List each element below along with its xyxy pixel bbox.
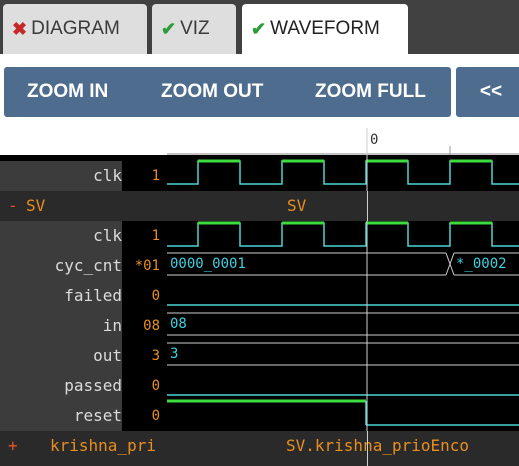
- check-icon: ✔: [161, 18, 177, 39]
- signal-row-cyc-cnt[interactable]: cyc_cnt *01: [0, 251, 167, 281]
- collapse-icon[interactable]: -: [8, 191, 18, 221]
- signal-row-in[interactable]: in 08: [0, 311, 167, 341]
- tab-diagram-label: DIAGRAM: [31, 18, 120, 39]
- signal-row-passed[interactable]: passed 0: [0, 371, 167, 401]
- x-icon: ✖: [12, 18, 28, 39]
- signal-name: failed: [0, 281, 122, 311]
- signal-name: passed: [0, 371, 122, 401]
- signal-value: 0: [122, 401, 167, 431]
- tab-viz-label: VIZ: [180, 18, 210, 39]
- signal-value: 3: [122, 341, 167, 371]
- prev-button[interactable]: <<: [456, 67, 519, 117]
- signal-value: 1: [122, 161, 167, 191]
- signal-row-out[interactable]: out 3: [0, 341, 167, 371]
- cyc-cnt-bus-value-next: *_0002: [456, 256, 507, 272]
- signal-value: *01: [122, 251, 167, 281]
- zoom-button-group: ZOOM IN ZOOM OUT ZOOM FULL: [4, 67, 451, 117]
- group-name: SV: [26, 196, 46, 215]
- in-bus-value: 08: [170, 316, 187, 332]
- tab-viz[interactable]: ✔ VIZ: [152, 4, 236, 54]
- waveform-toolbar: ZOOM IN ZOOM OUT ZOOM FULL <<: [0, 54, 519, 128]
- waveform-viewer[interactable]: 0 0000_0001 *_0002 08 3 clk 1 - SV SV cl…: [0, 128, 519, 466]
- check-icon: ✔: [251, 18, 267, 39]
- group-center-label: SV.krishna_prioEnco: [286, 436, 470, 455]
- tab-waveform-label: WAVEFORM: [270, 18, 380, 39]
- signal-name: in: [0, 311, 122, 341]
- group-row-sv[interactable]: - SV SV: [0, 191, 519, 221]
- signal-name: out: [0, 341, 122, 371]
- cyc-cnt-bus-value: 0000_0001: [170, 256, 246, 272]
- signal-value: 0: [122, 371, 167, 401]
- prev-button-label: <<: [479, 81, 503, 102]
- signal-value: 08: [122, 311, 167, 341]
- out-bus-value: 3: [170, 346, 179, 362]
- signal-value: 0: [122, 281, 167, 311]
- expand-icon[interactable]: +: [8, 431, 18, 461]
- signal-row-reset[interactable]: reset 0: [0, 401, 167, 431]
- signal-name: clk: [0, 161, 122, 191]
- tab-bar: ✖ DIAGRAM ✔ VIZ ✔ WAVEFORM: [0, 0, 519, 54]
- signal-row-clk-top[interactable]: clk 1: [0, 161, 167, 191]
- zoom-in-button[interactable]: ZOOM IN: [27, 81, 108, 103]
- signal-name: cyc_cnt: [0, 251, 122, 281]
- signal-name: clk: [0, 221, 122, 251]
- signal-row-clk[interactable]: clk 1: [0, 221, 167, 251]
- signal-row-failed[interactable]: failed 0: [0, 281, 167, 311]
- tab-diagram[interactable]: ✖ DIAGRAM: [3, 4, 147, 54]
- group-name: krishna_pri: [50, 436, 156, 455]
- tab-waveform[interactable]: ✔ WAVEFORM: [242, 4, 408, 54]
- zoom-full-button[interactable]: ZOOM FULL: [315, 81, 426, 103]
- group-center-label: SV: [287, 196, 307, 215]
- zoom-out-button[interactable]: ZOOM OUT: [161, 81, 263, 103]
- signal-name: reset: [0, 401, 122, 431]
- signal-value: 1: [122, 221, 167, 251]
- group-row-krishna[interactable]: + krishna_pri SV.krishna_prioEnco: [0, 431, 519, 466]
